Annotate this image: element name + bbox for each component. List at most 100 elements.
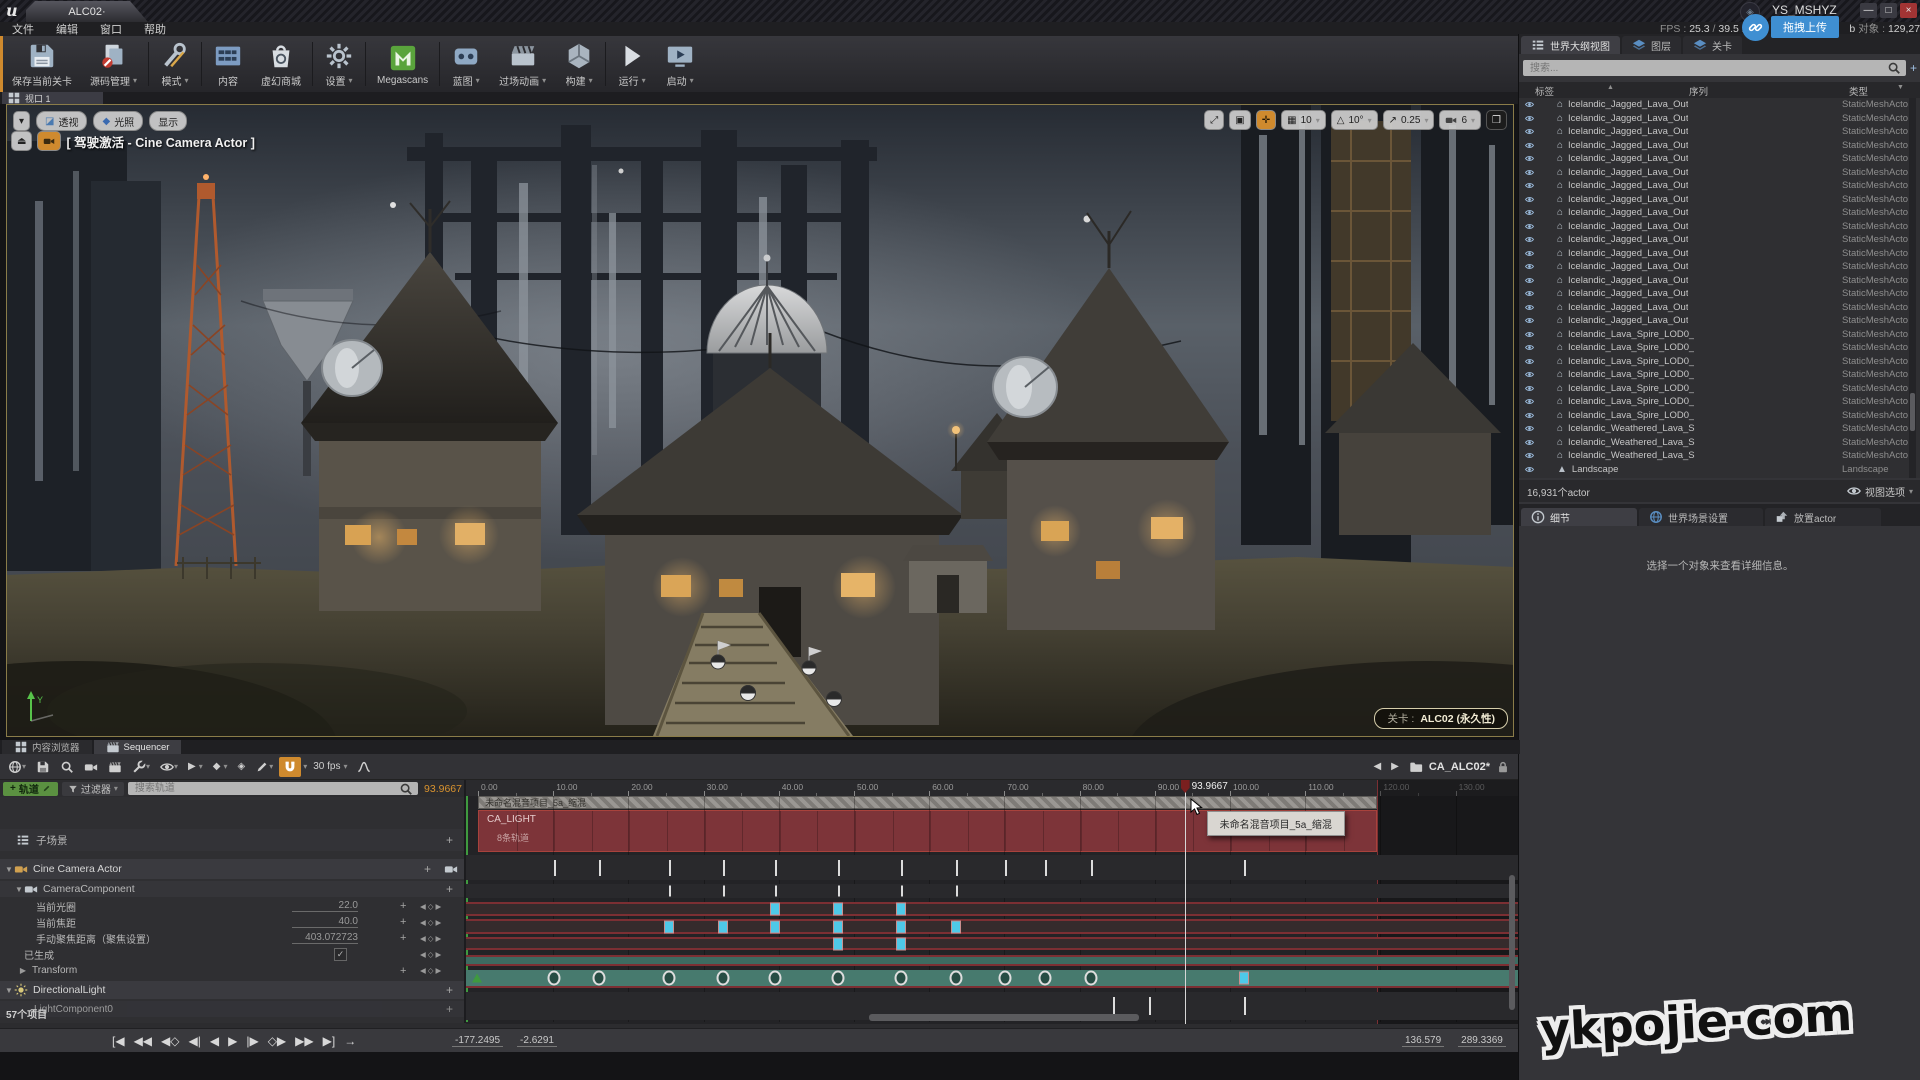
track-row-camera-component[interactable]: ▼ CameraComponent + [0, 881, 465, 897]
timeline-hscrollbar[interactable] [869, 1014, 1139, 1021]
visibility-eye-icon[interactable] [1524, 195, 1535, 204]
toolbar-launch-button[interactable]: 启动▾ [656, 36, 704, 92]
outliner-row[interactable]: ⌂Icelandic_Jagged_Lava_OutStaticMeshActo [1519, 179, 1920, 193]
keyframe[interactable] [950, 971, 963, 986]
focal-length-value[interactable]: 40.0 [292, 916, 358, 928]
outliner-row[interactable]: ⌂Icelandic_Jagged_Lava_OutStaticMeshActo [1519, 139, 1920, 153]
toolbar-megascans-button[interactable]: Megascans [368, 36, 437, 92]
visibility-eye-icon[interactable] [1524, 154, 1535, 163]
outliner-row[interactable]: ⌂Icelandic_Jagged_Lava_OutStaticMeshActo [1519, 125, 1920, 139]
toolbar-content-button[interactable]: 内容 [204, 36, 252, 92]
level-tab[interactable]: ALC02· [26, 1, 148, 22]
nav-forward-icon[interactable]: ▶ [1387, 757, 1403, 777]
focus-distance-value[interactable]: 403.072723 [292, 932, 358, 944]
transport-to-front-button[interactable]: [◀ [112, 1034, 125, 1048]
keyframe[interactable] [1244, 997, 1246, 1015]
outliner-search-input[interactable] [1523, 60, 1906, 76]
keyframe[interactable] [1244, 860, 1246, 876]
visibility-eye-icon[interactable] [1524, 100, 1535, 109]
keyframe[interactable] [599, 860, 601, 876]
keyframe-row[interactable] [466, 902, 1518, 916]
tab-layers[interactable]: 图层 [1622, 36, 1681, 54]
outliner-row[interactable]: ⌂Icelandic_Weathered_Lava_SStaticMeshAct… [1519, 436, 1920, 450]
view-options-button[interactable]: 视图选项▾ [1847, 484, 1913, 499]
track-row-subscenes[interactable]: 子场景 + [0, 829, 465, 851]
keyframe[interactable] [1149, 997, 1151, 1015]
viewport[interactable]: Y ▾ ◪透视 ◆光照 显示 ⏏ [ 驾驶激活 - Cine Camera Ac… [6, 104, 1514, 737]
keyframe[interactable] [1113, 997, 1115, 1015]
keyframe[interactable] [775, 886, 777, 897]
visibility-eye-icon[interactable] [1524, 262, 1535, 271]
current-time-display[interactable]: 93.9667 [422, 783, 462, 795]
dropdown-arrow-icon[interactable]: ▾ [349, 76, 353, 85]
keyframe[interactable] [770, 903, 780, 916]
visibility-eye-icon[interactable] [1524, 235, 1535, 244]
outliner-row[interactable]: ⌂Icelandic_Jagged_Lava_OutStaticMeshActo [1519, 287, 1920, 301]
eject-pilot-button[interactable]: ⏏ [11, 131, 32, 151]
toolbar-cinematics-button[interactable]: 过场动画▾ [490, 36, 555, 92]
outliner-row[interactable]: ⌂Icelandic_Lava_Spire_LOD0_StaticMeshAct… [1519, 382, 1920, 396]
expand-arrow-icon[interactable]: ▼ [14, 885, 24, 894]
outliner-column-header[interactable]: 标签 ▲ 序列 类型 ▼ [1519, 82, 1920, 98]
track-row-directional-light[interactable]: ▼ DirectionalLight + [0, 981, 465, 999]
track-search-box[interactable] [128, 782, 418, 795]
range-end2-value[interactable]: 289.3369 [1458, 1035, 1506, 1047]
keyframe[interactable] [838, 886, 840, 897]
keyframe[interactable] [896, 937, 906, 950]
outliner-row[interactable]: ⌂Icelandic_Jagged_Lava_OutStaticMeshActo [1519, 233, 1920, 247]
keyframe[interactable] [723, 860, 725, 876]
dropdown-arrow-icon[interactable]: ▾ [185, 76, 189, 85]
transport-step-forward-button[interactable]: |▶ [246, 1034, 258, 1048]
dropdown-arrow-icon[interactable]: ▾ [133, 76, 137, 85]
outliner-row[interactable]: ⌂Icelandic_Jagged_Lava_OutStaticMeshActo [1519, 112, 1920, 126]
visibility-eye-icon[interactable] [1524, 330, 1535, 339]
tab-world-outliner[interactable]: 世界大纲视图 [1521, 36, 1620, 54]
transport-play-forward-button[interactable]: ▶ [228, 1034, 237, 1048]
keyframe[interactable] [547, 971, 560, 986]
show-button[interactable]: 显示 [149, 111, 187, 131]
save-sequence-icon[interactable] [32, 757, 54, 777]
add-filter-icon[interactable]: + [1910, 61, 1917, 75]
keyframe[interactable] [1091, 860, 1093, 876]
outliner-row[interactable]: ⌂Icelandic_Jagged_Lava_OutStaticMeshActo [1519, 98, 1920, 112]
lock-icon[interactable] [1492, 757, 1514, 777]
visibility-eye-icon[interactable] [1524, 181, 1535, 190]
minimize-button[interactable]: — [1860, 3, 1877, 18]
playhead[interactable] [1185, 780, 1186, 1024]
toolbar-save-level-button[interactable]: 保存当前关卡 [3, 36, 81, 92]
scale-snap-value[interactable]: ↗0.25▾ [1383, 110, 1435, 130]
keyframe-row[interactable] [466, 919, 1518, 934]
fps-selector[interactable]: 30 fps▾ [309, 757, 351, 777]
keyframe[interactable] [901, 886, 903, 897]
track-row-current-aperture[interactable]: 当前光圈 22.0 + ◀◇▶ [0, 899, 465, 913]
keyframe[interactable] [1084, 971, 1097, 986]
visibility-eye-icon[interactable] [1524, 370, 1535, 379]
keyframe[interactable] [664, 920, 674, 933]
visibility-eye-icon[interactable] [1524, 208, 1535, 217]
outliner-scrollbar-thumb[interactable] [1910, 393, 1915, 431]
perspective-button[interactable]: ◪透视 [36, 111, 87, 131]
drag-upload-badge[interactable]: 拖拽上传 [1742, 14, 1839, 40]
add-light-track-button[interactable]: + [446, 983, 453, 997]
dropdown-arrow-icon[interactable]: ▾ [642, 76, 646, 85]
maximize-restore-icon[interactable]: ⤢ [1204, 110, 1224, 130]
snapping-dropdown[interactable]: ▾ [303, 762, 307, 771]
track-row-spawned[interactable]: 已生成 ✓ ◀◇▶ [0, 947, 465, 961]
auto-keyframe-icon[interactable]: ◈ [233, 757, 249, 777]
outliner-row[interactable]: ⌂Icelandic_Lava_Spire_LOD0_StaticMeshAct… [1519, 368, 1920, 382]
tab-place-actors[interactable]: 放置actor [1765, 508, 1881, 526]
outliner-search-field[interactable] [1528, 62, 1887, 75]
outliner-row[interactable]: ⌂Icelandic_Jagged_Lava_OutStaticMeshActo [1519, 152, 1920, 166]
world-icon[interactable]: ▾ [4, 757, 30, 777]
visibility-eye-icon[interactable] [1524, 289, 1535, 298]
outliner-row[interactable]: ⌂Icelandic_Jagged_Lava_OutStaticMeshActo [1519, 260, 1920, 274]
add-track-button[interactable]: +轨道 [3, 782, 58, 796]
toolbar-build-button[interactable]: 构建▾ [555, 36, 603, 92]
timeline-area[interactable]: 0.0010.0020.0030.0040.0050.0060.0070.008… [466, 780, 1518, 1024]
find-in-content-icon[interactable] [56, 757, 78, 777]
visibility-eye-icon[interactable] [1524, 465, 1535, 474]
visibility-eye-icon[interactable] [1524, 424, 1535, 433]
maximize-viewport-icon[interactable]: ❒ [1486, 110, 1507, 130]
timeline-vscrollbar[interactable] [1509, 875, 1515, 1010]
keyframe[interactable] [669, 860, 671, 876]
